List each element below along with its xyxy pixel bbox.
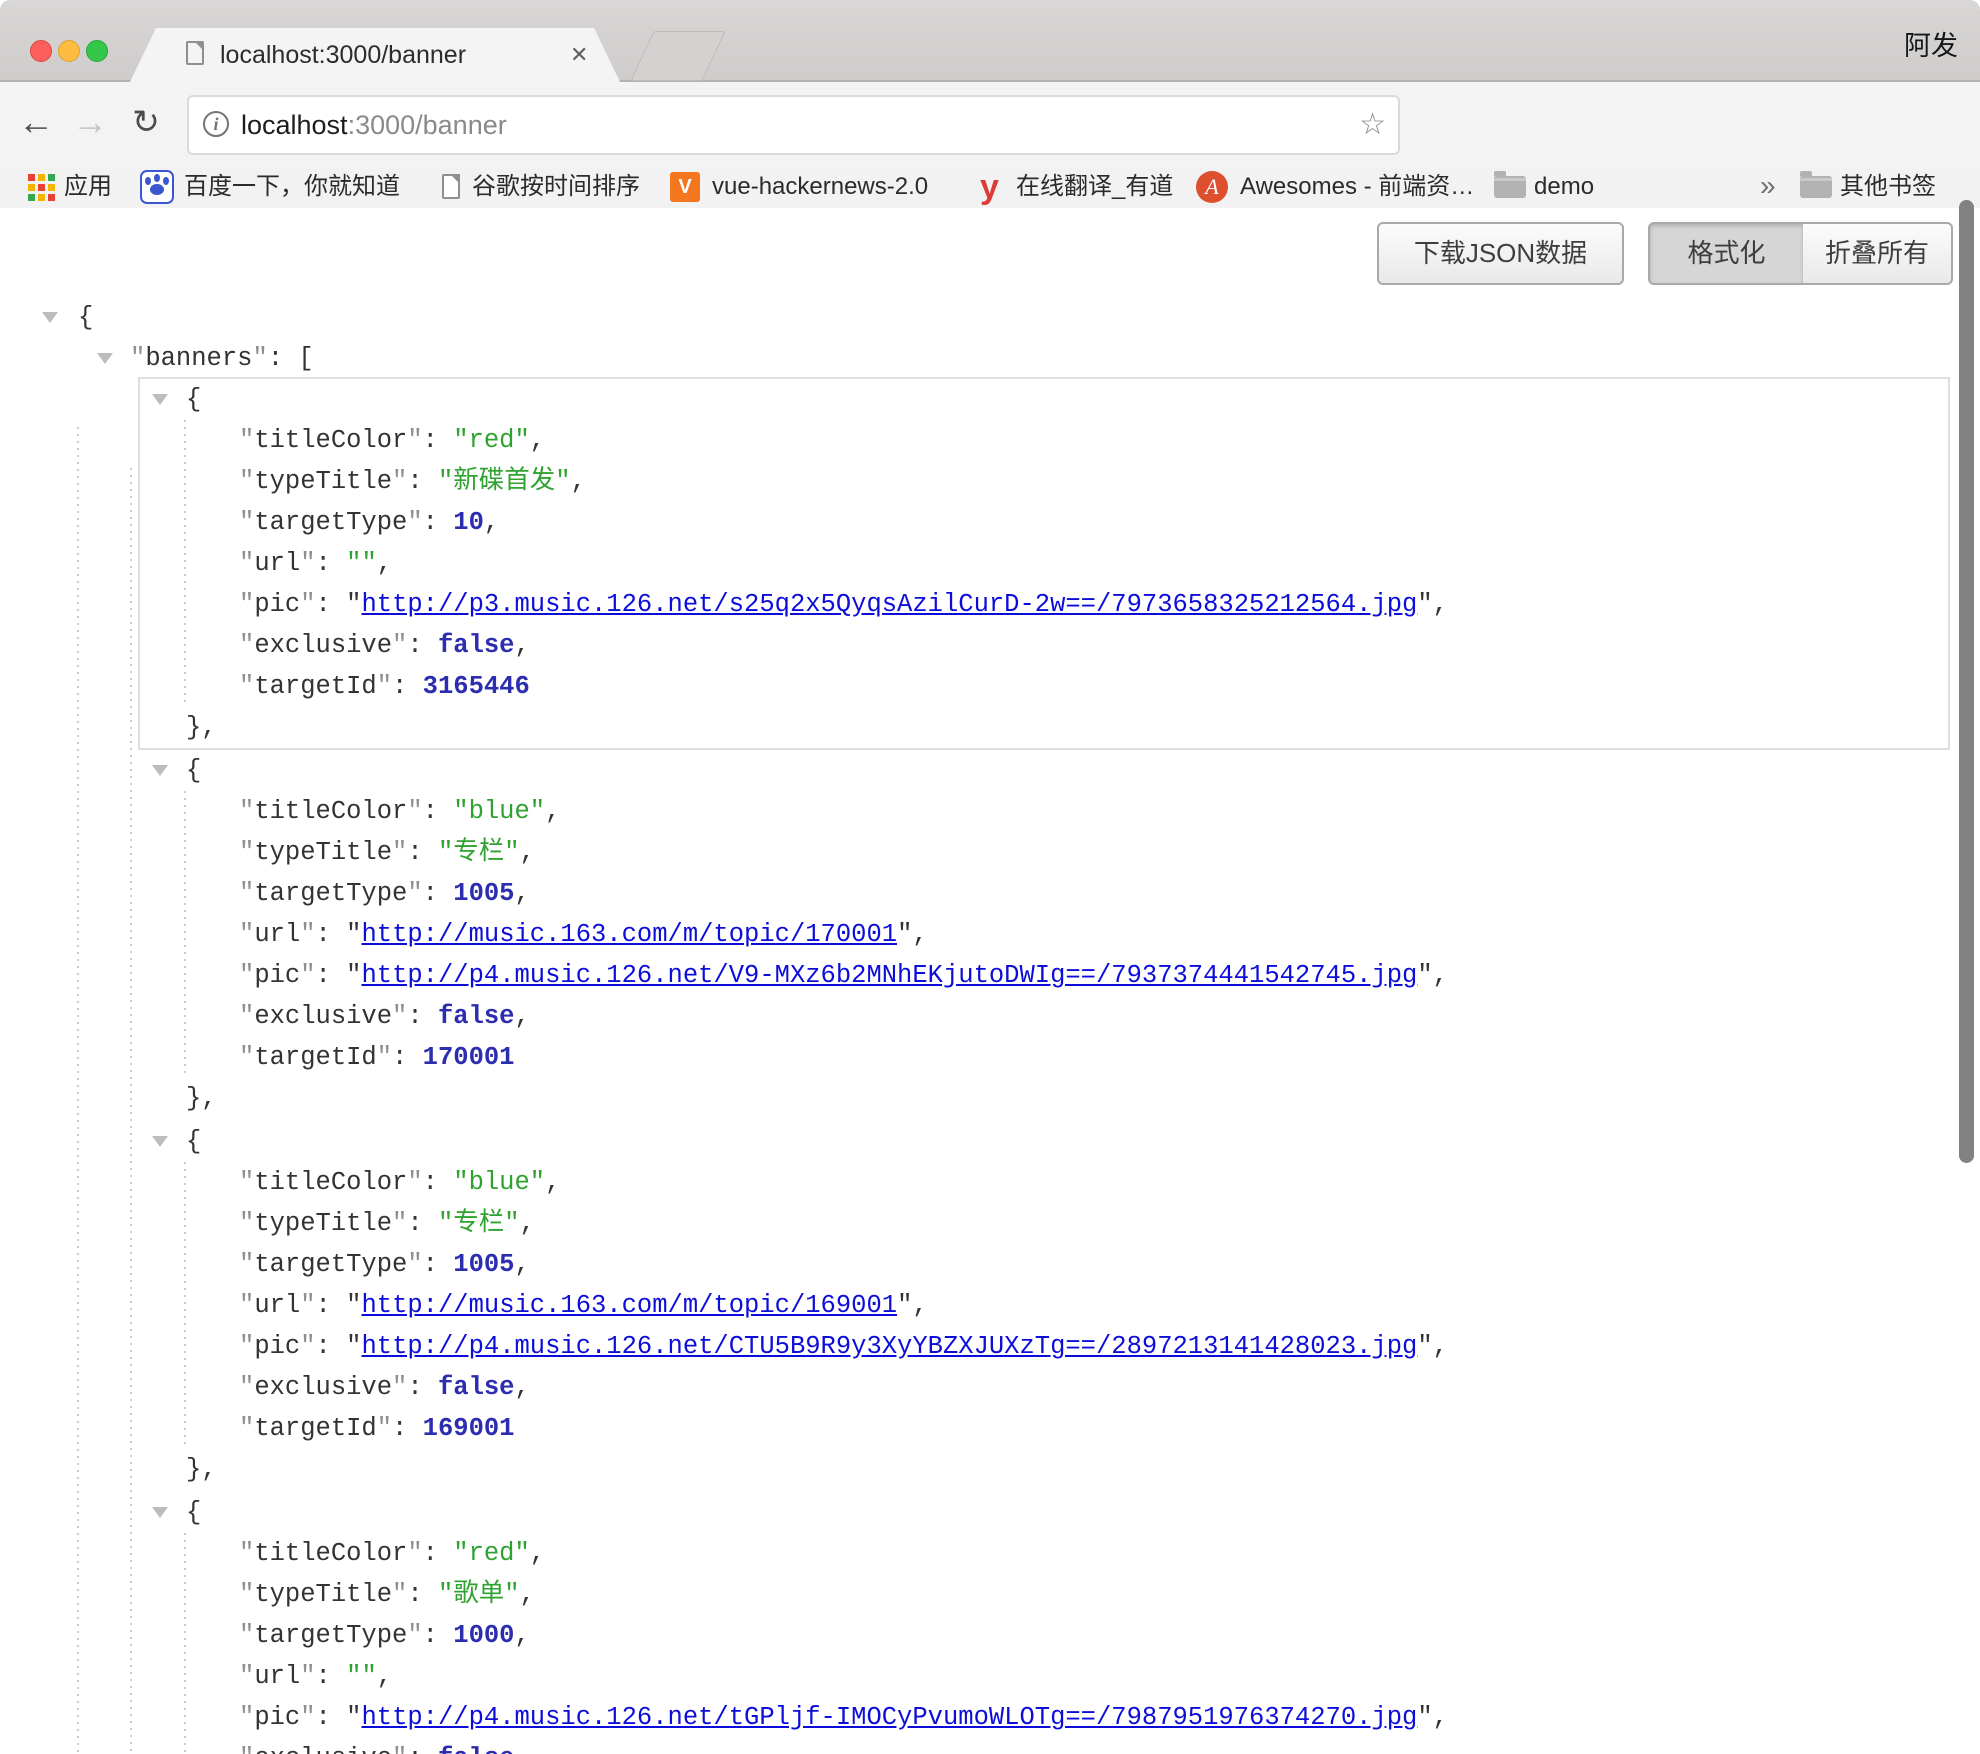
json-url-link[interactable]: http://music.163.com/m/topic/170001 (361, 920, 897, 949)
site-info-icon[interactable]: i (203, 111, 229, 137)
json-object-close: }, (140, 1078, 1948, 1119)
json-property-targetType: "targetType": 10, (140, 502, 1948, 543)
json-property-pic: "pic": "http://p4.music.126.net/tGPljf-I… (140, 1697, 1948, 1738)
url-host: localhost (241, 110, 348, 140)
forward-button: → (66, 82, 114, 166)
json-property-targetType: "targetType": 1005, (140, 873, 1948, 914)
collapse-toggle-icon[interactable] (152, 394, 168, 405)
json-array-item: {"titleColor": "blue","typeTitle": "专栏",… (138, 1119, 1950, 1492)
json-url-link[interactable]: http://p4.music.126.net/tGPljf-IMOCyPvum… (361, 1703, 1417, 1732)
json-url-link[interactable]: http://music.163.com/m/topic/169001 (361, 1291, 897, 1320)
reload-button[interactable]: ↻ (122, 82, 170, 166)
json-object-open: { (140, 1121, 1948, 1162)
window-zoom-button[interactable] (86, 40, 108, 62)
folder-icon (1494, 176, 1526, 198)
tab-close-icon[interactable]: ✕ (570, 28, 588, 82)
bookmark-apps[interactable]: 应用 (64, 166, 112, 208)
json-object-close: }, (140, 707, 1948, 748)
json-property-typeTitle: "typeTitle": "专栏", (140, 832, 1948, 873)
page-favicon-icon (186, 41, 204, 65)
json-array-item: {"titleColor": "red","typeTitle": "新碟首发"… (138, 377, 1950, 750)
json-property-url: "url": "", (140, 1656, 1948, 1697)
back-button[interactable]: ← (12, 82, 60, 166)
collapse-toggle-icon[interactable] (152, 1507, 168, 1518)
bookmarks-bar: 应用 百度一下，你就知道 谷歌按时间排序 V vue-hackernews-2.… (0, 166, 1980, 210)
json-object-open: { (140, 379, 1948, 420)
json-property-typeTitle: "typeTitle": "歌单", (140, 1574, 1948, 1615)
apps-grid-icon[interactable] (28, 174, 55, 201)
json-property-typeTitle: "typeTitle": "专栏", (140, 1203, 1948, 1244)
json-object-open: { (140, 750, 1948, 791)
download-json-button[interactable]: 下载JSON数据 (1377, 222, 1624, 285)
window-close-button[interactable] (30, 40, 52, 62)
scrollbar-thumb[interactable] (1959, 200, 1974, 1163)
json-tree: {"banners": [{"titleColor": "red","typeT… (0, 297, 1980, 1754)
address-bar[interactable]: i localhost:3000/banner ☆ (187, 95, 1400, 155)
json-url-link[interactable]: http://p4.music.126.net/CTU5B9R9y3XyYBZX… (361, 1332, 1417, 1361)
browser-window: localhost:3000/banner ✕ 阿发 ← → ↻ i local… (0, 0, 1980, 1754)
json-property-targetId: "targetId": 170001 (140, 1037, 1948, 1078)
json-object-open: { (140, 1492, 1948, 1533)
json-property-url: "url": "", (140, 543, 1948, 584)
tab-strip: localhost:3000/banner ✕ 阿发 (0, 0, 1980, 82)
json-banners-key: "banners": [ (0, 338, 1980, 379)
json-root-brace: { (0, 297, 1980, 338)
page-content: 下载JSON数据 格式化 折叠所有 {"banners": [{"titleCo… (0, 208, 1980, 1754)
window-minimize-button[interactable] (58, 40, 80, 62)
json-property-typeTitle: "typeTitle": "新碟首发", (140, 461, 1948, 502)
page-favicon-icon (442, 174, 460, 199)
json-url-link[interactable]: http://p4.music.126.net/V9-MXz6b2MNhEKju… (361, 961, 1417, 990)
bookmarks-overflow-chevron[interactable]: » (1760, 166, 1776, 208)
json-property-titleColor: "titleColor": "blue", (140, 1162, 1948, 1203)
json-property-exclusive: "exclusive": false, (140, 625, 1948, 666)
json-property-titleColor: "titleColor": "red", (140, 420, 1948, 461)
youdao-favicon-icon: y (980, 168, 999, 206)
json-array-item: {"titleColor": "red","typeTitle": "歌单","… (138, 1490, 1950, 1754)
folder-icon (1800, 176, 1832, 198)
collapse-toggle-icon[interactable] (152, 1136, 168, 1147)
collapse-toggle-icon[interactable] (97, 353, 113, 364)
json-property-targetType: "targetType": 1005, (140, 1244, 1948, 1285)
browser-toolbar: ← → ↻ i localhost:3000/banner ☆ V 英 FE 品… (0, 82, 1980, 166)
json-property-url: "url": "http://music.163.com/m/topic/169… (140, 1285, 1948, 1326)
collapse-toggle-icon[interactable] (42, 312, 58, 323)
bookmark-youdao-translate[interactable]: 在线翻译_有道 (1016, 166, 1173, 208)
json-property-targetId: "targetId": 3165446 (140, 666, 1948, 707)
json-property-targetId: "targetId": 169001 (140, 1408, 1948, 1449)
profile-name[interactable]: 阿发 (1904, 24, 1958, 63)
json-property-pic: "pic": "http://p4.music.126.net/CTU5B9R9… (140, 1326, 1948, 1367)
collapse-toggle-icon[interactable] (152, 765, 168, 776)
json-property-titleColor: "titleColor": "blue", (140, 791, 1948, 832)
bookmark-awesomes[interactable]: Awesomes - 前端资… (1240, 166, 1474, 208)
json-property-pic: "pic": "http://p4.music.126.net/V9-MXz6b… (140, 955, 1948, 996)
bookmark-folder-demo[interactable]: demo (1534, 166, 1594, 208)
json-property-exclusive: "exclusive": false (140, 1738, 1948, 1754)
baidu-favicon-icon (140, 170, 174, 204)
json-url-link[interactable]: http://p3.music.126.net/s25q2x5QyqsAzilC… (361, 590, 1417, 619)
new-tab-button[interactable] (630, 31, 725, 81)
awesomes-favicon-icon: A (1196, 171, 1228, 203)
bookmark-baidu[interactable]: 百度一下，你就知道 (184, 166, 400, 208)
url-text[interactable]: localhost:3000/banner (241, 97, 507, 153)
bookmark-vue-hackernews[interactable]: vue-hackernews-2.0 (712, 166, 928, 208)
bookmark-star-icon[interactable]: ☆ (1359, 97, 1386, 153)
browser-tab[interactable]: localhost:3000/banner ✕ (130, 28, 620, 82)
url-path: :3000/banner (348, 110, 507, 140)
json-property-exclusive: "exclusive": false, (140, 1367, 1948, 1408)
bookmark-google-sort[interactable]: 谷歌按时间排序 (472, 166, 640, 208)
json-array-item: {"titleColor": "blue","typeTitle": "专栏",… (138, 748, 1950, 1121)
tab-title: localhost:3000/banner (220, 28, 466, 82)
format-button[interactable]: 格式化 (1648, 222, 1805, 285)
vue-favicon-icon: V (670, 172, 700, 202)
json-property-pic: "pic": "http://p3.music.126.net/s25q2x5Q… (140, 584, 1948, 625)
json-property-exclusive: "exclusive": false, (140, 996, 1948, 1037)
json-object-close: }, (140, 1449, 1948, 1490)
json-property-titleColor: "titleColor": "red", (140, 1533, 1948, 1574)
collapse-all-button[interactable]: 折叠所有 (1803, 222, 1953, 285)
json-property-targetType: "targetType": 1000, (140, 1615, 1948, 1656)
other-bookmarks-folder[interactable]: 其他书签 (1840, 166, 1936, 208)
json-property-url: "url": "http://music.163.com/m/topic/170… (140, 914, 1948, 955)
